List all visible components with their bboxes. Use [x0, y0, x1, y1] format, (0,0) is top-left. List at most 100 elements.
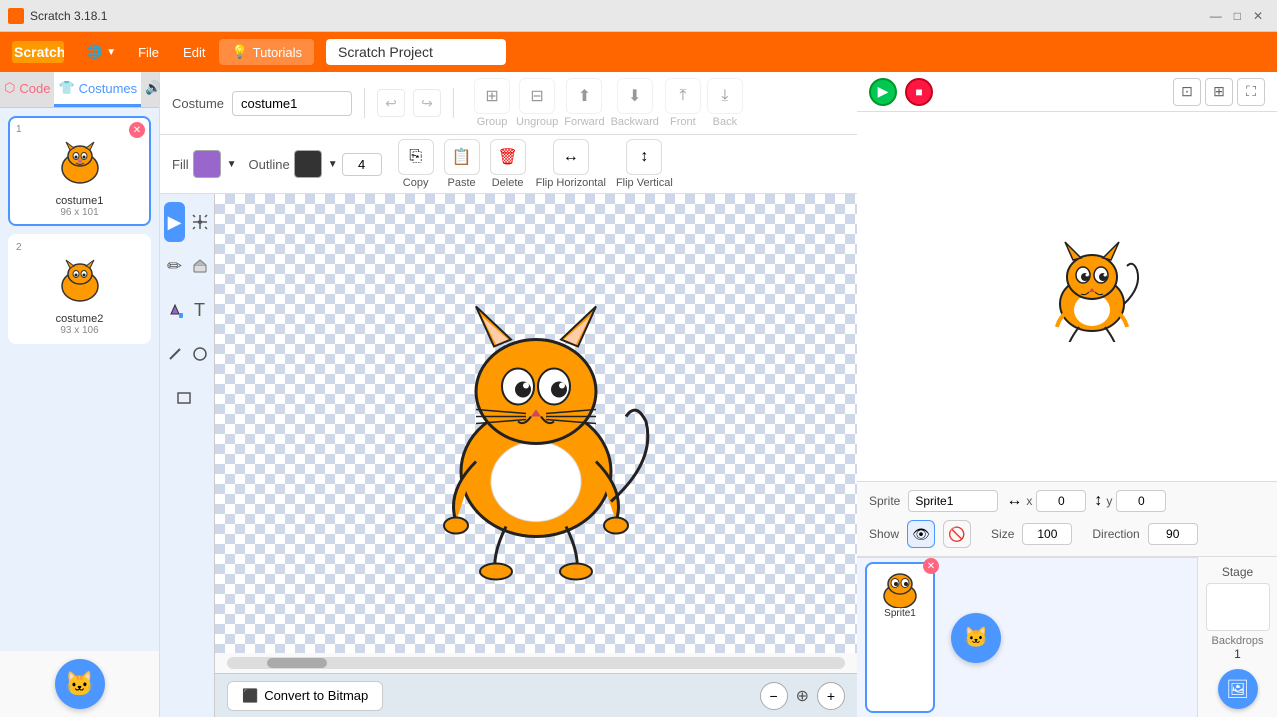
back-icon: ⤓	[707, 78, 743, 114]
forward-icon: ⬆	[566, 78, 602, 114]
delete-button[interactable]: 🗑 Delete	[490, 139, 526, 189]
outline-color-arrow[interactable]: ▼	[328, 159, 338, 170]
show-row: Show 👁 🚫 Size Direction	[869, 520, 1265, 548]
scrollbar-thumb[interactable]	[267, 658, 327, 668]
costume-name: costume2	[16, 313, 143, 325]
fill-tool[interactable]	[164, 290, 185, 330]
toolbar-divider	[453, 88, 454, 118]
zoom-fit-button[interactable]: ⊕	[796, 686, 809, 706]
project-name-input[interactable]	[326, 39, 506, 65]
sprite-info-panel: Sprite ↔ x ↕ y Show 👁	[857, 481, 1277, 556]
flip-horizontal-button[interactable]: ↔ Flip Horizontal	[536, 139, 606, 189]
costume-thumbnail	[40, 253, 120, 313]
costume-thumbnail	[40, 135, 120, 195]
stop-button[interactable]: ■	[905, 78, 933, 106]
scratch-logo: Scratch	[8, 37, 68, 67]
code-icon: ⬡	[4, 80, 15, 96]
fill-color-swatch[interactable]	[193, 150, 221, 178]
fill-color-arrow[interactable]: ▼	[227, 159, 237, 170]
edit-menu[interactable]: Edit	[173, 41, 215, 64]
language-menu[interactable]: 🌐 ▼	[78, 40, 124, 64]
add-backdrop-button[interactable]: 🖼	[1218, 669, 1258, 709]
forward-button[interactable]: ⬆ Forward	[564, 78, 604, 128]
sprite-name-input[interactable]	[908, 490, 998, 512]
eraser-tool[interactable]	[189, 246, 210, 286]
minimize-button[interactable]: —	[1204, 9, 1228, 23]
backward-button[interactable]: ⬇ Backward	[611, 78, 659, 128]
app-title: Scratch 3.18.1	[30, 9, 1198, 23]
normal-stage-button[interactable]: ⊞	[1205, 78, 1233, 106]
sprite-delete-button[interactable]: ✕	[923, 558, 939, 574]
logo-image: Scratch	[12, 41, 64, 63]
paste-button[interactable]: 📋 Paste	[444, 139, 480, 189]
costume-item[interactable]: 2 costume2 93 x 106	[8, 234, 151, 344]
editor-main: ▶ ✏ T	[160, 194, 857, 717]
outline-width-input[interactable]	[342, 153, 382, 176]
sprite-label: Sprite	[869, 494, 900, 508]
undo-button[interactable]: ↩	[377, 89, 405, 117]
drawing-canvas[interactable]	[215, 194, 857, 653]
show-hidden-button[interactable]: 🚫	[943, 520, 971, 548]
size-input[interactable]	[1022, 523, 1072, 545]
tab-bar: ⬡ Code 👕 Costumes 🔊 Sounds	[0, 72, 159, 108]
green-flag-button[interactable]: ▶	[869, 78, 897, 106]
sprite-thumb[interactable]: ✕ Sprite1	[865, 562, 935, 713]
tab-costumes[interactable]: 👕 Costumes	[54, 72, 141, 107]
add-costume-button[interactable]: 🐱	[55, 659, 105, 709]
right-panel: ▶ ■ ⊡ ⊞ ⛶	[857, 72, 1277, 717]
line-tool[interactable]	[164, 334, 185, 374]
zoom-in-button[interactable]: +	[817, 682, 845, 710]
sprite-list: ✕ Sprite1 🐱	[857, 557, 1197, 717]
costume-list: 1 ✕	[0, 108, 159, 651]
circle-tool[interactable]	[189, 334, 210, 374]
costume-name-field[interactable]	[232, 91, 352, 116]
close-button[interactable]: ✕	[1247, 9, 1269, 23]
stage-section: ▶ ■ ⊡ ⊞ ⛶	[857, 72, 1277, 717]
title-bar: Scratch 3.18.1 — □ ✕	[0, 0, 1277, 32]
costume-label: Costume	[172, 96, 224, 111]
rectangle-tool[interactable]	[164, 378, 204, 418]
costume-item[interactable]: 1 ✕	[8, 116, 151, 226]
select-tool[interactable]: ▶	[164, 202, 185, 242]
text-tool[interactable]: T	[189, 290, 210, 330]
ungroup-button[interactable]: ⊟ Ungroup	[516, 78, 558, 128]
sprite-image	[875, 568, 925, 608]
convert-to-bitmap-button[interactable]: ⬛ Convert to Bitmap	[227, 681, 383, 711]
group-button[interactable]: ⊞ Group	[474, 78, 510, 128]
copy-button[interactable]: ⎘ Copy	[398, 139, 434, 189]
file-menu[interactable]: File	[128, 41, 169, 64]
flag-icon: ▶	[878, 83, 889, 100]
svg-text:Scratch: Scratch	[14, 44, 64, 60]
tools-row: ▶	[164, 202, 210, 242]
canvas-scrollbar-h[interactable]	[227, 657, 845, 669]
redo-button[interactable]: ↪	[413, 89, 441, 117]
sprite-name-row: Sprite ↔ x ↕ y	[869, 490, 1265, 512]
globe-icon: 🌐	[86, 44, 102, 60]
app-icon	[8, 8, 24, 24]
tutorials-button[interactable]: 💡 Tutorials	[219, 39, 314, 65]
editor-toolbar2: Fill ▼ Outline ▼ ⎘ Copy 📋 Paste 🗑 Dele	[160, 135, 857, 194]
back-button[interactable]: ⤓ Back	[707, 78, 743, 128]
outline-color-swatch[interactable]	[294, 150, 322, 178]
arrow-icon: ↔	[1006, 492, 1022, 510]
delete-icon: 🗑	[490, 139, 526, 175]
stage-mini-thumbnail[interactable]	[1206, 583, 1270, 631]
direction-input[interactable]	[1148, 523, 1198, 545]
reshape-tool[interactable]	[189, 202, 210, 242]
x-input[interactable]	[1036, 490, 1086, 512]
costume-delete-button[interactable]: ✕	[129, 122, 145, 138]
brush-tool[interactable]: ✏	[164, 246, 185, 286]
y-input[interactable]	[1116, 490, 1166, 512]
costume-size: 93 x 106	[16, 325, 143, 336]
show-visible-button[interactable]: 👁	[907, 520, 935, 548]
small-stage-button[interactable]: ⊡	[1173, 78, 1201, 106]
maximize-button[interactable]: □	[1228, 9, 1247, 23]
front-button[interactable]: ⤒ Front	[665, 78, 701, 128]
zoom-out-button[interactable]: −	[760, 682, 788, 710]
zoom-controls: − ⊕ +	[760, 682, 845, 710]
tab-code[interactable]: ⬡ Code	[0, 72, 54, 107]
flip-vertical-button[interactable]: ↕ Flip Vertical	[616, 139, 673, 189]
add-sprite-button[interactable]: 🐱	[951, 613, 1001, 663]
costume-number: 1	[16, 124, 143, 135]
fullscreen-button[interactable]: ⛶	[1237, 78, 1265, 106]
